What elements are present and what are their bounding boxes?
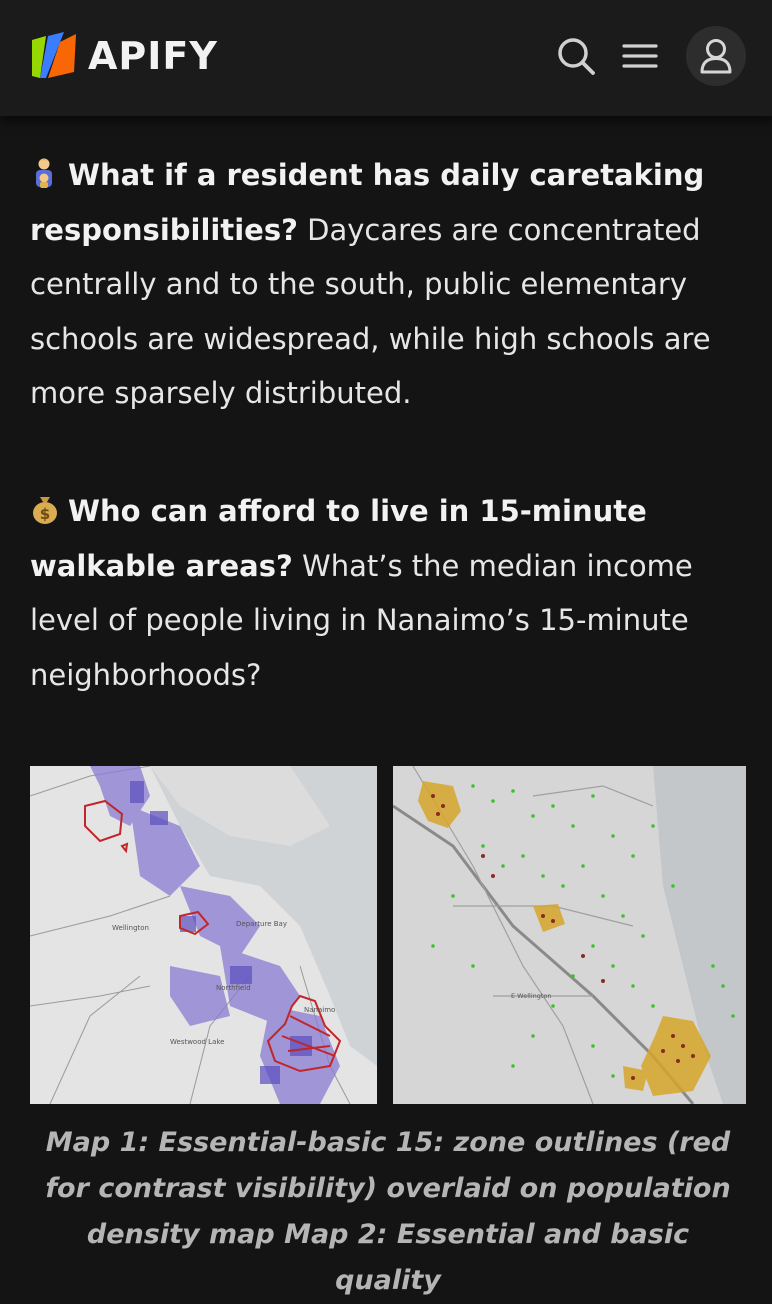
money-bag-emoji-icon: $ xyxy=(33,497,57,524)
apify-logo-icon xyxy=(32,32,76,78)
svg-text:$: $ xyxy=(40,505,50,523)
paragraph-affordability: $ Who can afford to live in 15-minute wa… xyxy=(30,484,760,702)
map1-label-westwood-lake: Westwood Lake xyxy=(170,1038,224,1046)
map1-label-northfield: Northfield xyxy=(216,984,251,992)
apify-logo[interactable]: APIFY xyxy=(30,32,218,80)
search-icon xyxy=(558,38,595,75)
map1-graphic: Wellington Departure Bay Northfield West… xyxy=(30,766,377,1104)
map2-graphic: E Wellington xyxy=(393,766,746,1104)
caretaker-emoji-icon xyxy=(36,158,52,188)
search-button[interactable] xyxy=(546,26,606,86)
user-account-button[interactable] xyxy=(686,26,746,86)
menu-button[interactable] xyxy=(610,26,670,86)
map1-label-wellington: Wellington xyxy=(112,924,149,932)
population-density-map[interactable]: Wellington Departure Bay Northfield West… xyxy=(30,766,377,1104)
figure-caption: Map 1: Essential-basic 15: zone outlines… xyxy=(45,1127,731,1296)
map1-label-nanaimo: Nanaimo xyxy=(304,1006,335,1014)
brand-name: APIFY xyxy=(88,34,218,78)
maps-figure: Wellington Departure Bay Northfield West… xyxy=(30,766,746,1104)
map1-label-departure-bay: Departure Bay xyxy=(236,920,287,928)
top-header: APIFY xyxy=(0,0,772,116)
user-icon xyxy=(700,39,732,74)
paragraph-caretaking: What if a resident has daily caretaking … xyxy=(30,148,750,421)
menu-icon xyxy=(622,44,658,68)
map2-label-wellington: E Wellington xyxy=(511,992,552,1000)
essential-quality-map[interactable]: E Wellington xyxy=(393,766,746,1104)
